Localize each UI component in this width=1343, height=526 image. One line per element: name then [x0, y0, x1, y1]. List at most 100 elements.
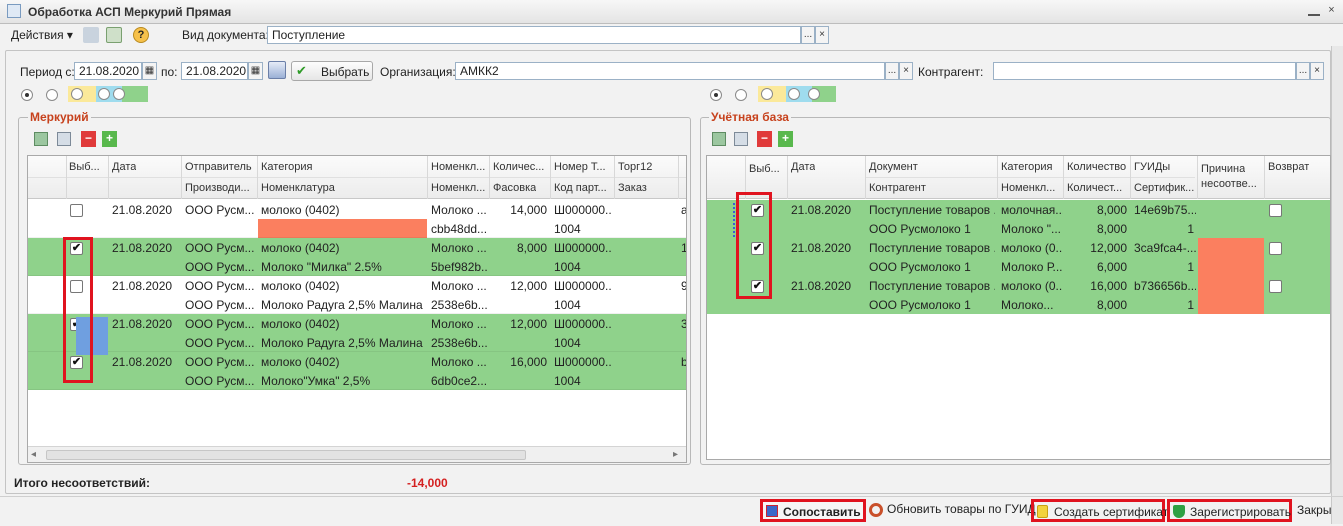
mismatch-reason-cell	[1198, 276, 1264, 314]
organization-field[interactable]: АМКК2	[455, 62, 885, 80]
base-header-qty2[interactable]: Количест...	[1067, 182, 1122, 194]
base-header-cert[interactable]: Сертифик...	[1134, 182, 1194, 194]
uncheck-all-icon[interactable]	[57, 132, 71, 146]
filter-radio-all-left[interactable]	[21, 89, 33, 101]
compare-button[interactable]: Сопоставить	[760, 499, 866, 522]
mercury-header-sender[interactable]: Отправитель	[185, 161, 252, 173]
add-icon[interactable]: +	[102, 131, 117, 147]
row-number: Ш000000...	[554, 279, 612, 293]
mercury-row[interactable]: ✔21.08.2020ООО Русм...молоко (0402)Молок…	[28, 238, 686, 276]
base-row-document: Поступление товаров ...	[869, 203, 995, 217]
base-header-document[interactable]: Документ	[869, 161, 918, 173]
base-row[interactable]: ✔ 21.08.2020 Поступление товаров ... молочн…	[707, 200, 1330, 238]
mercury-header-qty[interactable]: Количес...	[493, 161, 544, 173]
base-uncheck-all-icon[interactable]	[734, 132, 748, 146]
filter-radio-white-left[interactable]	[46, 89, 58, 101]
close-window-button[interactable]: ×	[1324, 4, 1339, 18]
period-from-field[interactable]: 21.08.2020	[74, 62, 142, 80]
mercury-header-producer[interactable]: Производи...	[185, 182, 255, 194]
row-tail: 3	[681, 317, 686, 331]
doc-type-field[interactable]: Поступление	[267, 26, 801, 44]
base-header-return[interactable]: Возврат	[1268, 161, 1309, 173]
contractor-clear-button[interactable]: ×	[1310, 62, 1324, 80]
base-row-nomencl: Молоко...	[1001, 298, 1054, 312]
row-nomenclature: Молоко"Умка" 2,5%	[261, 374, 371, 388]
base-row-guid: 14e69b75...	[1134, 203, 1196, 217]
filter-radio-green-right[interactable]	[808, 88, 820, 100]
mercury-row[interactable]: 21.08.2020 ООО Русм... молоко (0402) Молоко…	[28, 200, 686, 238]
mercury-row[interactable]: 21.08.2020 ООО Русм... молоко (0402) Молоко…	[28, 276, 686, 314]
doc-type-label: Вид документа:	[182, 28, 269, 42]
filter-radio-all-right[interactable]	[710, 89, 722, 101]
base-header-nomencl[interactable]: Номенкл...	[1001, 182, 1055, 194]
base-remove-icon[interactable]: −	[757, 131, 772, 147]
register-button[interactable]: Зарегистрировать	[1167, 499, 1292, 522]
period-calendar-icon[interactable]	[268, 61, 286, 79]
period-from-label: Период с:	[20, 65, 75, 79]
check-all-icon[interactable]	[34, 132, 48, 146]
organization-select-button[interactable]: ...	[885, 62, 899, 80]
base-row[interactable]: ✔ 21.08.2020 Поступление товаров ... молоко…	[707, 238, 1330, 276]
mercury-header-select[interactable]: Выб...	[69, 161, 107, 173]
base-row-contractor: ООО Русмолоко 1	[869, 222, 971, 236]
base-header-select[interactable]: Выб...	[749, 163, 786, 175]
export-icon[interactable]	[106, 27, 122, 43]
mercury-header-number[interactable]: Номер Т...	[554, 161, 606, 173]
mercury-header-nomencl2[interactable]: Номенкл...	[431, 182, 485, 194]
update-goods-button[interactable]: Обновить товары по ГУИД	[867, 499, 1036, 522]
mercury-header-nomencl[interactable]: Номенкл...	[431, 161, 485, 173]
base-add-icon[interactable]: +	[778, 131, 793, 147]
mercury-row[interactable]: ✔21.08.2020ООО Русм...молоко (0402)Молок…	[28, 352, 686, 390]
actions-menu[interactable]: Действия ▾	[11, 28, 73, 42]
row-checkbox[interactable]	[70, 204, 83, 217]
base-header-contractor[interactable]: Контрагент	[869, 182, 926, 194]
base-header-reason2[interactable]: несоотве...	[1201, 178, 1263, 190]
row-category: молоко (0402)	[261, 355, 340, 369]
mercury-header-nomenclature[interactable]: Номенклатура	[261, 182, 335, 194]
mercury-header-date[interactable]: Дата	[112, 161, 136, 173]
remove-icon[interactable]: −	[81, 131, 96, 147]
mercury-header-code[interactable]: Код парт...	[554, 182, 607, 194]
contractor-field[interactable]	[993, 62, 1296, 80]
scroll-right-icon[interactable]: ▸	[673, 449, 678, 460]
calendar-from-icon[interactable]: ▦	[142, 62, 157, 80]
base-header-guids[interactable]: ГУИДы	[1134, 161, 1170, 173]
mercury-header-torg12[interactable]: Торг12	[618, 161, 652, 173]
base-header-reason[interactable]: Причина	[1201, 163, 1245, 175]
base-header-qty[interactable]: Количество	[1067, 161, 1126, 173]
organization-clear-button[interactable]: ×	[899, 62, 913, 80]
select-button[interactable]: ✔ Выбрать	[291, 61, 373, 81]
base-row-return-checkbox[interactable]	[1269, 204, 1282, 217]
copy-icon[interactable]	[83, 27, 99, 43]
filter-radio-white-right[interactable]	[735, 89, 747, 101]
base-row[interactable]: ✔ 21.08.2020 Поступление товаров ... молоко…	[707, 276, 1330, 314]
mercury-header-pack[interactable]: Фасовка	[493, 182, 536, 194]
base-row-return-checkbox[interactable]	[1269, 280, 1282, 293]
close-button[interactable]: Закрыть	[1297, 499, 1331, 522]
filter-radio-green-left[interactable]	[113, 88, 125, 100]
filter-radio-blue-right[interactable]	[788, 88, 800, 100]
create-certificate-button[interactable]: Создать сертификат	[1031, 499, 1168, 522]
contractor-select-button[interactable]: ...	[1296, 62, 1310, 80]
base-header-date[interactable]: Дата	[791, 161, 815, 173]
filter-radio-blue-left[interactable]	[98, 88, 110, 100]
mercury-hscrollbar[interactable]: ◂ ▸	[28, 446, 686, 462]
doc-type-clear-button[interactable]: ×	[815, 26, 829, 44]
scroll-left-icon[interactable]: ◂	[31, 449, 36, 460]
base-row-return-checkbox[interactable]	[1269, 242, 1282, 255]
doc-type-select-button[interactable]: ...	[801, 26, 815, 44]
row-tail: 9	[681, 279, 686, 293]
mercury-scroll-thumb[interactable]	[46, 450, 526, 460]
compare-button-label: Сопоставить	[783, 505, 861, 519]
base-header-category[interactable]: Категория	[1001, 161, 1052, 173]
filter-radio-yellow-right[interactable]	[761, 88, 773, 100]
mercury-row[interactable]: ✔21.08.2020ООО Русм...молоко (0402)Молок…	[28, 314, 686, 352]
mercury-header-category[interactable]: Категория	[261, 161, 312, 173]
base-check-all-icon[interactable]	[712, 132, 726, 146]
calendar-to-icon[interactable]: ▦	[248, 62, 263, 80]
mercury-header-order[interactable]: Заказ	[618, 182, 647, 194]
period-to-field[interactable]: 21.08.2020	[181, 62, 248, 80]
help-icon[interactable]: ?	[133, 27, 149, 43]
filter-radio-yellow-left[interactable]	[71, 88, 83, 100]
minimize-icon[interactable]	[1308, 6, 1320, 16]
